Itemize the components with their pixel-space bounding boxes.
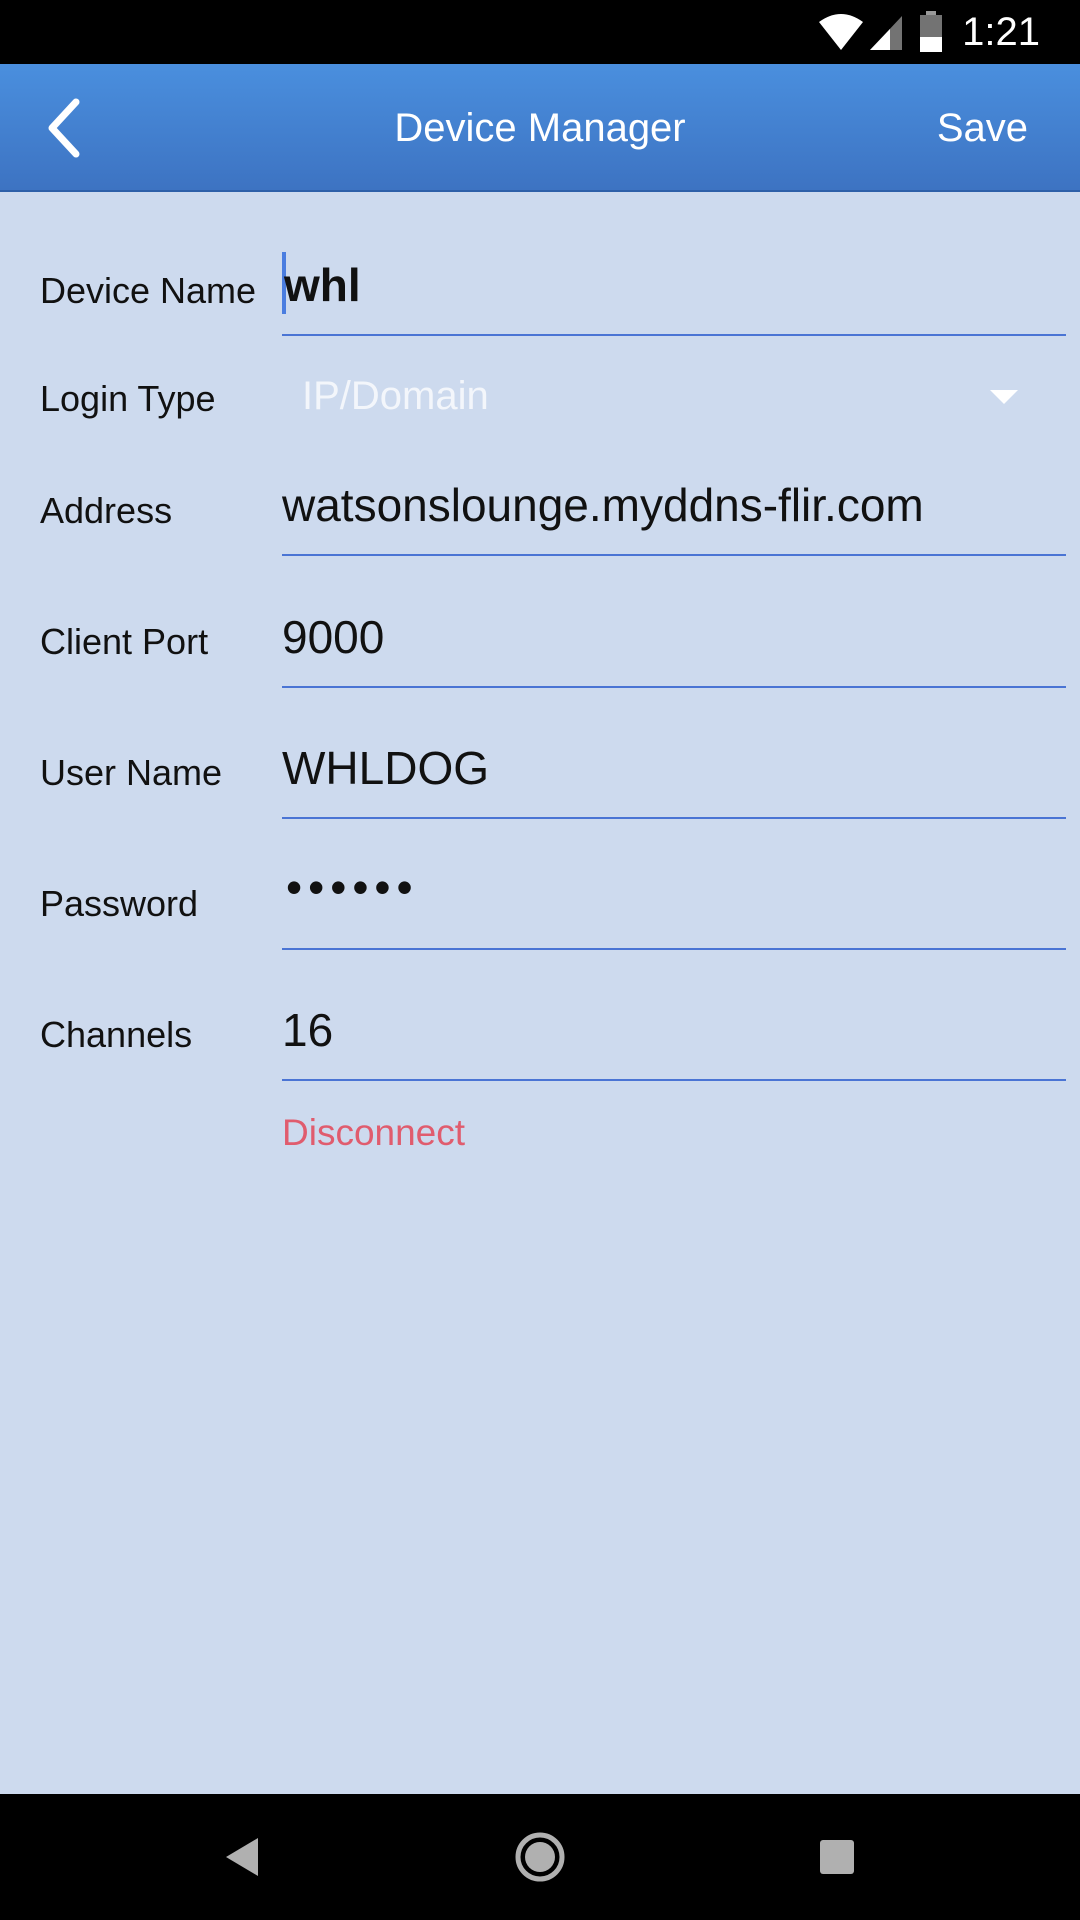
- back-triangle-icon: [226, 1838, 258, 1876]
- disconnect-button[interactable]: Disconnect: [282, 1112, 465, 1154]
- client-port-label: Client Port: [40, 621, 209, 662]
- password-label: Password: [40, 883, 199, 924]
- user-name-value: WHLDOG: [282, 742, 489, 794]
- channels-value: 16: [282, 1004, 334, 1056]
- user-name-label: User Name: [40, 752, 223, 793]
- app-bar: Device Manager Save: [0, 64, 1080, 192]
- device-name-label: Device Name: [40, 270, 257, 311]
- wifi-icon: [819, 14, 864, 50]
- login-type-select[interactable]: IP/Domain: [302, 374, 489, 419]
- login-type-label: Login Type: [40, 378, 216, 419]
- status-icons: 1:21: [818, 0, 1040, 64]
- save-button[interactable]: Save: [937, 64, 1028, 192]
- password-input[interactable]: ••••••: [282, 854, 1066, 950]
- device-name-value: whl: [284, 259, 361, 311]
- address-label: Address: [40, 490, 173, 531]
- client-port-value: 9000: [282, 611, 385, 663]
- device-name-input[interactable]: whl: [282, 240, 1066, 336]
- system-nav-bar: [0, 1794, 1080, 1920]
- address-input[interactable]: watsonslounge.myddns-flir.com: [282, 460, 1066, 556]
- page-title: Device Manager: [394, 106, 686, 150]
- home-circle-icon: [515, 1832, 565, 1882]
- nav-back-button[interactable]: [208, 1824, 274, 1890]
- nav-home-button[interactable]: [507, 1824, 573, 1890]
- signal-icon: [870, 16, 903, 50]
- status-time: 1:21: [962, 9, 1040, 54]
- password-value: ••••••: [286, 861, 419, 913]
- nav-recents-button[interactable]: [804, 1824, 870, 1890]
- battery-icon: [920, 11, 943, 52]
- client-port-input[interactable]: 9000: [282, 592, 1066, 688]
- recents-square-icon: [820, 1840, 854, 1874]
- dropdown-arrow-icon[interactable]: [990, 390, 1018, 404]
- user-name-input[interactable]: WHLDOG: [282, 723, 1066, 819]
- channels-label: Channels: [40, 1014, 193, 1055]
- status-bar: 1:21: [0, 0, 1080, 64]
- address-value: watsonslounge.myddns-flir.com: [282, 479, 924, 531]
- channels-input[interactable]: 16: [282, 985, 1066, 1081]
